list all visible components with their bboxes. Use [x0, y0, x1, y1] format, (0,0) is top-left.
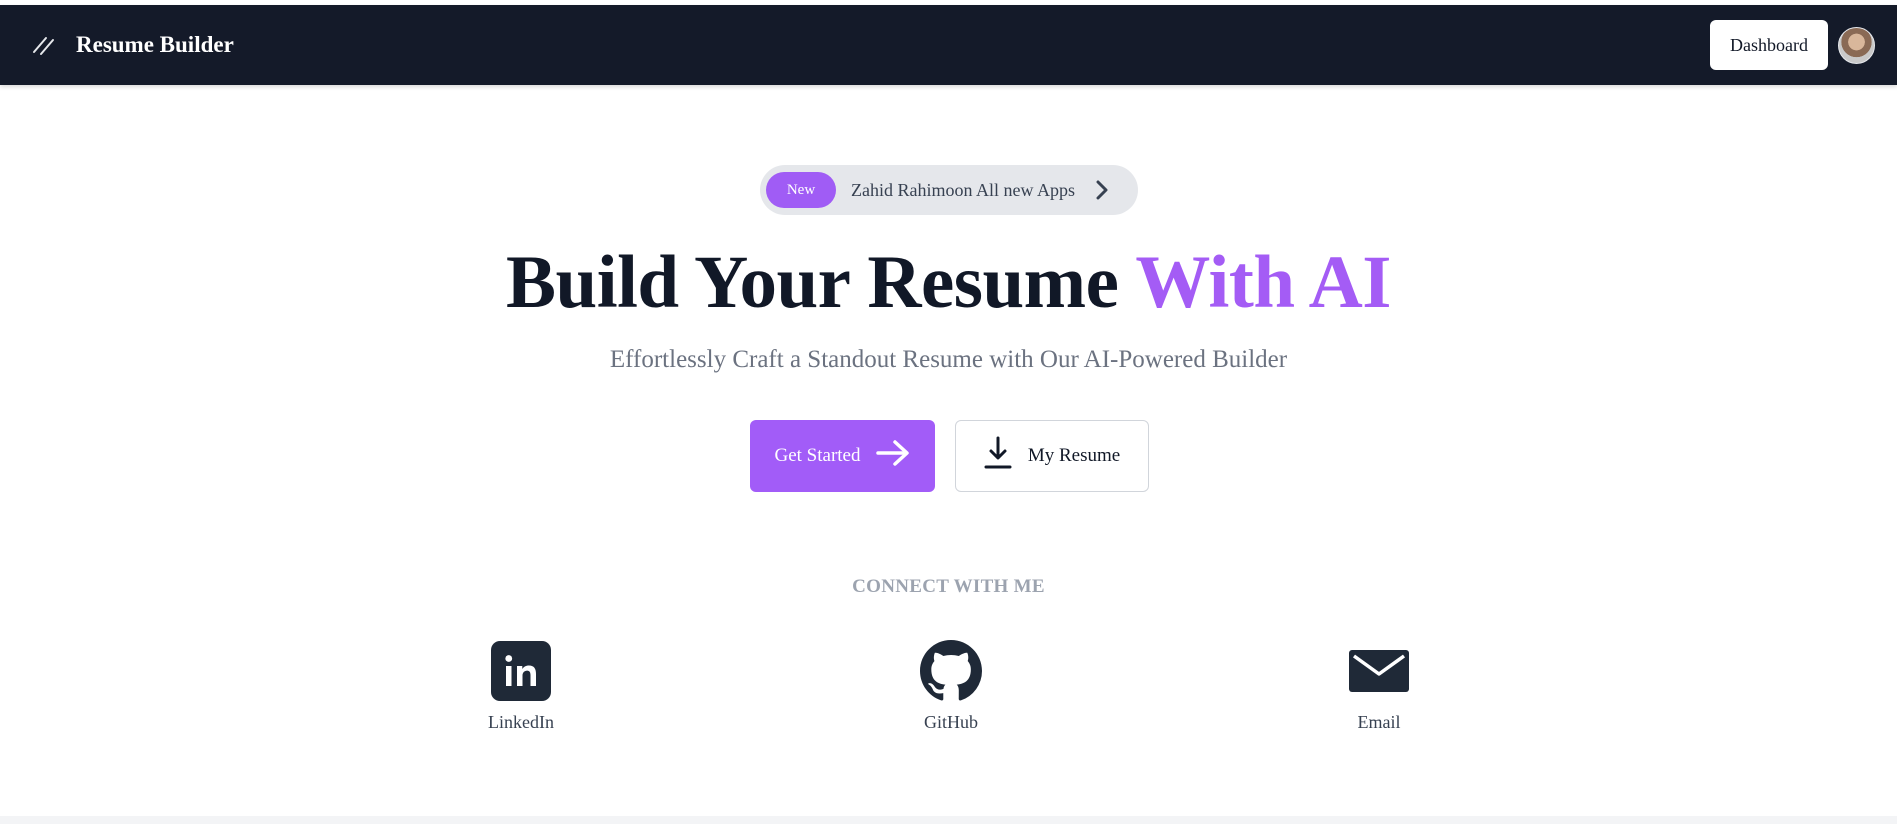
- my-resume-label: My Resume: [1027, 445, 1121, 466]
- github-link[interactable]: GitHub: [891, 640, 1011, 733]
- announcement-text: Zahid Rahimoon All new Apps: [851, 179, 1075, 200]
- get-started-label: Get Started: [774, 445, 861, 466]
- download-icon: [984, 435, 1012, 477]
- github-icon: [920, 640, 982, 702]
- linkedin-link[interactable]: LinkedIn: [461, 640, 581, 733]
- email-label: Email: [1357, 712, 1401, 732]
- slash-logo-icon: [30, 31, 58, 59]
- my-resume-button[interactable]: My Resume: [955, 420, 1149, 492]
- hero-headline: Build Your Resume With AI: [0, 240, 1897, 326]
- app-title: Resume Builder: [76, 32, 234, 57]
- hero-subheadline: Effortlessly Craft a Standout Resume wit…: [609, 346, 1288, 373]
- new-pill: New: [766, 172, 836, 208]
- dashboard-button[interactable]: Dashboard: [1710, 20, 1828, 70]
- navbar: Resume Builder Dashboard: [0, 5, 1897, 85]
- github-label: GitHub: [924, 712, 978, 732]
- page-bottom-bar: [0, 816, 1897, 824]
- linkedin-label: LinkedIn: [488, 712, 554, 732]
- get-started-button[interactable]: Get Started: [750, 420, 935, 492]
- arrow-right-icon: [875, 439, 911, 473]
- email-link[interactable]: Email: [1319, 640, 1439, 733]
- headline-main: Build Your Resume: [506, 241, 1119, 324]
- linkedin-icon: [490, 640, 552, 702]
- headline-accent: With AI: [1135, 241, 1391, 324]
- brand[interactable]: Resume Builder: [30, 31, 234, 59]
- announcement-badge[interactable]: New Zahid Rahimoon All new Apps: [760, 165, 1138, 215]
- avatar[interactable]: [1838, 26, 1875, 64]
- connect-heading: CONNECT WITH ME: [852, 576, 1045, 597]
- chevron-right-icon: [1095, 179, 1115, 201]
- email-icon: [1348, 640, 1410, 702]
- header-actions: Dashboard: [1710, 20, 1875, 70]
